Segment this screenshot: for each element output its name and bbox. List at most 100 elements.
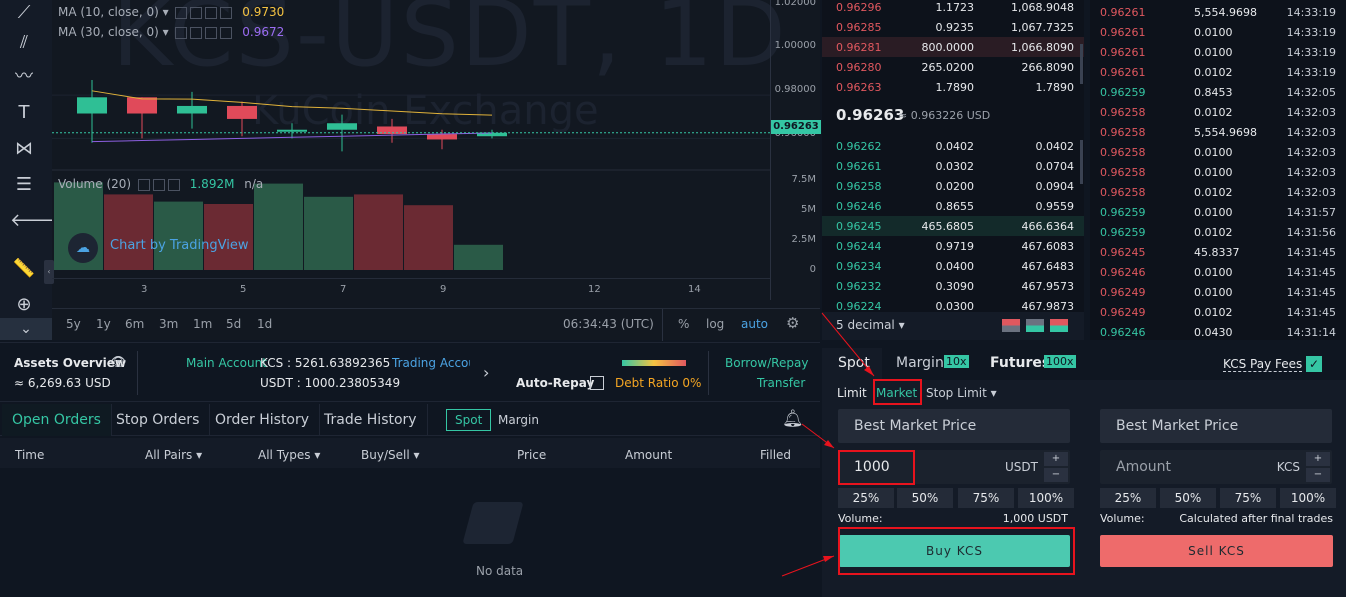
sell-pct-50[interactable]: 50% xyxy=(1160,488,1216,508)
log-toggle[interactable]: log xyxy=(706,317,724,331)
annotation-arrows xyxy=(781,312,875,577)
ruler-icon[interactable]: 📏 xyxy=(10,256,38,282)
bid-row[interactable]: 0.96245 465.6805 466.6364 xyxy=(822,216,1084,236)
trade-price: 0.96246 xyxy=(1100,266,1146,279)
bid-price: 0.96246 xyxy=(836,200,882,213)
bid-row[interactable]: 0.96232 0.3090 467.9573 xyxy=(822,276,1084,296)
volume-bar xyxy=(204,204,253,270)
tf-6m[interactable]: 6m xyxy=(125,317,144,331)
trade-row: 0.96258 5,554.9698 14:32:03 xyxy=(1090,122,1346,142)
candle-body xyxy=(327,123,357,130)
view-both-icon[interactable] xyxy=(1002,319,1020,332)
trade-price: 0.96249 xyxy=(1100,286,1146,299)
tradingview-link[interactable]: Chart by TradingView xyxy=(110,238,248,253)
bid-row[interactable]: 0.96258 0.0200 0.0904 xyxy=(822,176,1084,196)
tab-open-orders[interactable]: Open Orders xyxy=(2,404,112,436)
percent-toggle[interactable]: % xyxy=(678,317,689,331)
spot-filter[interactable]: Spot xyxy=(446,409,492,431)
pattern-icon[interactable]: ⋈ xyxy=(10,136,38,162)
tf-3m[interactable]: 3m xyxy=(159,317,178,331)
ask-row[interactable]: 0.96263 1.7890 1.7890 xyxy=(822,77,1084,97)
tf-1m[interactable]: 1m xyxy=(193,317,212,331)
chevron-right-icon[interactable]: › xyxy=(483,363,489,382)
col-all-types[interactable]: All Types ▾ xyxy=(258,448,320,462)
increment-icon[interactable]: + xyxy=(1044,452,1068,466)
trade-row: 0.96261 5,554.9698 14:33:19 xyxy=(1090,2,1346,22)
trade-amount: 0.0102 xyxy=(1194,226,1233,239)
trade-time: 14:33:19 xyxy=(1286,46,1336,59)
bid-row[interactable]: 0.96234 0.0400 467.6483 xyxy=(822,256,1084,276)
view-asks-icon[interactable] xyxy=(1050,319,1068,332)
col-buy-sell[interactable]: Buy/Sell ▾ xyxy=(361,448,420,462)
ask-row[interactable]: 0.96281 800.0000 1,066.8090 xyxy=(822,37,1084,57)
sell-amount-field[interactable]: Amount KCS + − xyxy=(1100,450,1332,484)
decrement-icon[interactable]: − xyxy=(1306,468,1330,482)
sell-pct-25[interactable]: 25% xyxy=(1100,488,1156,508)
view-bids-icon[interactable] xyxy=(1026,319,1044,332)
drawing-toolbar: ⟋ ⫽ 〰 T ⋈ ☰ 🡐 📏 ⊕ ⌄ xyxy=(0,0,58,340)
tf-5y[interactable]: 5y xyxy=(66,317,81,331)
bid-row[interactable]: 0.96246 0.8655 0.9559 xyxy=(822,196,1084,216)
bid-amount: 0.0200 xyxy=(935,180,975,193)
trade-price: 0.96261 xyxy=(1100,26,1146,39)
tab-futures[interactable]: Futures xyxy=(990,355,1050,371)
buy-pct-50[interactable]: 50% xyxy=(897,488,953,508)
bid-total: 467.6083 xyxy=(1021,240,1075,253)
tab-stop-orders[interactable]: Stop Orders xyxy=(106,404,211,436)
bid-row[interactable]: 0.96261 0.0302 0.0704 xyxy=(822,156,1084,176)
buy-pct-100[interactable]: 100% xyxy=(1018,488,1074,508)
kcs-pay-fees-label: KCS Pay Fees xyxy=(1223,357,1303,372)
text-tool-icon[interactable]: T xyxy=(10,100,38,126)
order-type-stop-limit[interactable]: Stop Limit ▾ xyxy=(926,386,997,400)
ask-row[interactable]: 0.96296 1.1723 1,068.9048 xyxy=(822,0,1084,17)
tab-trade-history[interactable]: Trade History xyxy=(314,404,428,436)
parallel-lines-icon[interactable]: ⫽ xyxy=(10,30,38,56)
sell-kcs-button[interactable]: Sell KCS xyxy=(1100,535,1333,567)
ask-row[interactable]: 0.96280 265.0200 266.8090 xyxy=(822,57,1084,77)
collapse-chevron-icon[interactable]: ⌄ xyxy=(0,318,52,340)
tf-1d[interactable]: 1d xyxy=(257,317,272,331)
margin-filter[interactable]: Margin xyxy=(498,413,539,427)
sell-price-field[interactable]: Best Market Price xyxy=(1100,409,1332,443)
back-arrow-icon[interactable]: 🡐 xyxy=(10,208,58,234)
buy-pct-75[interactable]: 75% xyxy=(958,488,1014,508)
tf-1y[interactable]: 1y xyxy=(96,317,111,331)
sell-pct-100[interactable]: 100% xyxy=(1280,488,1336,508)
bid-amount: 0.0400 xyxy=(935,260,975,273)
ask-row[interactable]: 0.96285 0.9235 1,067.7325 xyxy=(822,17,1084,37)
bid-row[interactable]: 0.96262 0.0402 0.0402 xyxy=(822,136,1084,156)
tab-margin[interactable]: Margin xyxy=(896,355,944,371)
bid-amount: 0.8655 xyxy=(935,200,975,213)
sell-pct-75[interactable]: 75% xyxy=(1220,488,1276,508)
auto-toggle[interactable]: auto xyxy=(741,317,768,331)
increment-icon[interactable]: + xyxy=(1306,452,1330,466)
ask-price: 0.96285 xyxy=(836,21,882,34)
eye-icon[interactable]: 👁 xyxy=(110,355,127,370)
tf-5d[interactable]: 5d xyxy=(226,317,241,331)
trading-account-link[interactable]: Trading Accou xyxy=(392,356,470,370)
col-all-pairs[interactable]: All Pairs ▾ xyxy=(145,448,202,462)
trend-line-icon[interactable]: ⟋ xyxy=(10,0,38,26)
trade-amount: 0.0430 xyxy=(1194,326,1233,339)
kcs-pay-fees-checkbox[interactable]: ✓ xyxy=(1306,356,1322,372)
brush-icon[interactable]: 〰 xyxy=(10,64,38,90)
trade-time: 14:33:19 xyxy=(1286,6,1336,19)
fib-icon[interactable]: ☰ xyxy=(10,172,38,198)
trade-price: 0.96259 xyxy=(1100,86,1146,99)
trade-row: 0.96249 0.0102 14:31:45 xyxy=(1090,302,1346,322)
zoom-icon[interactable]: ⊕ xyxy=(10,292,38,318)
auto-repay-checkbox[interactable] xyxy=(590,376,604,390)
trade-amount: 0.0102 xyxy=(1194,306,1233,319)
main-account-label[interactable]: Main Account xyxy=(186,356,267,370)
bid-row[interactable]: 0.96244 0.9719 467.6083 xyxy=(822,236,1084,256)
trade-price: 0.96249 xyxy=(1100,306,1146,319)
bid-total: 466.6364 xyxy=(1021,220,1075,233)
trade-time: 14:33:19 xyxy=(1286,66,1336,79)
bid-amount: 0.9719 xyxy=(935,240,975,253)
tab-order-history[interactable]: Order History xyxy=(205,404,321,436)
time-axis: 3 5 7 9 12 14 xyxy=(52,278,770,300)
ask-price: 0.96263 xyxy=(836,81,882,94)
decrement-icon[interactable]: − xyxy=(1044,468,1068,482)
col-time: Time xyxy=(15,448,45,462)
trade-row: 0.96249 0.0100 14:31:45 xyxy=(1090,282,1346,302)
